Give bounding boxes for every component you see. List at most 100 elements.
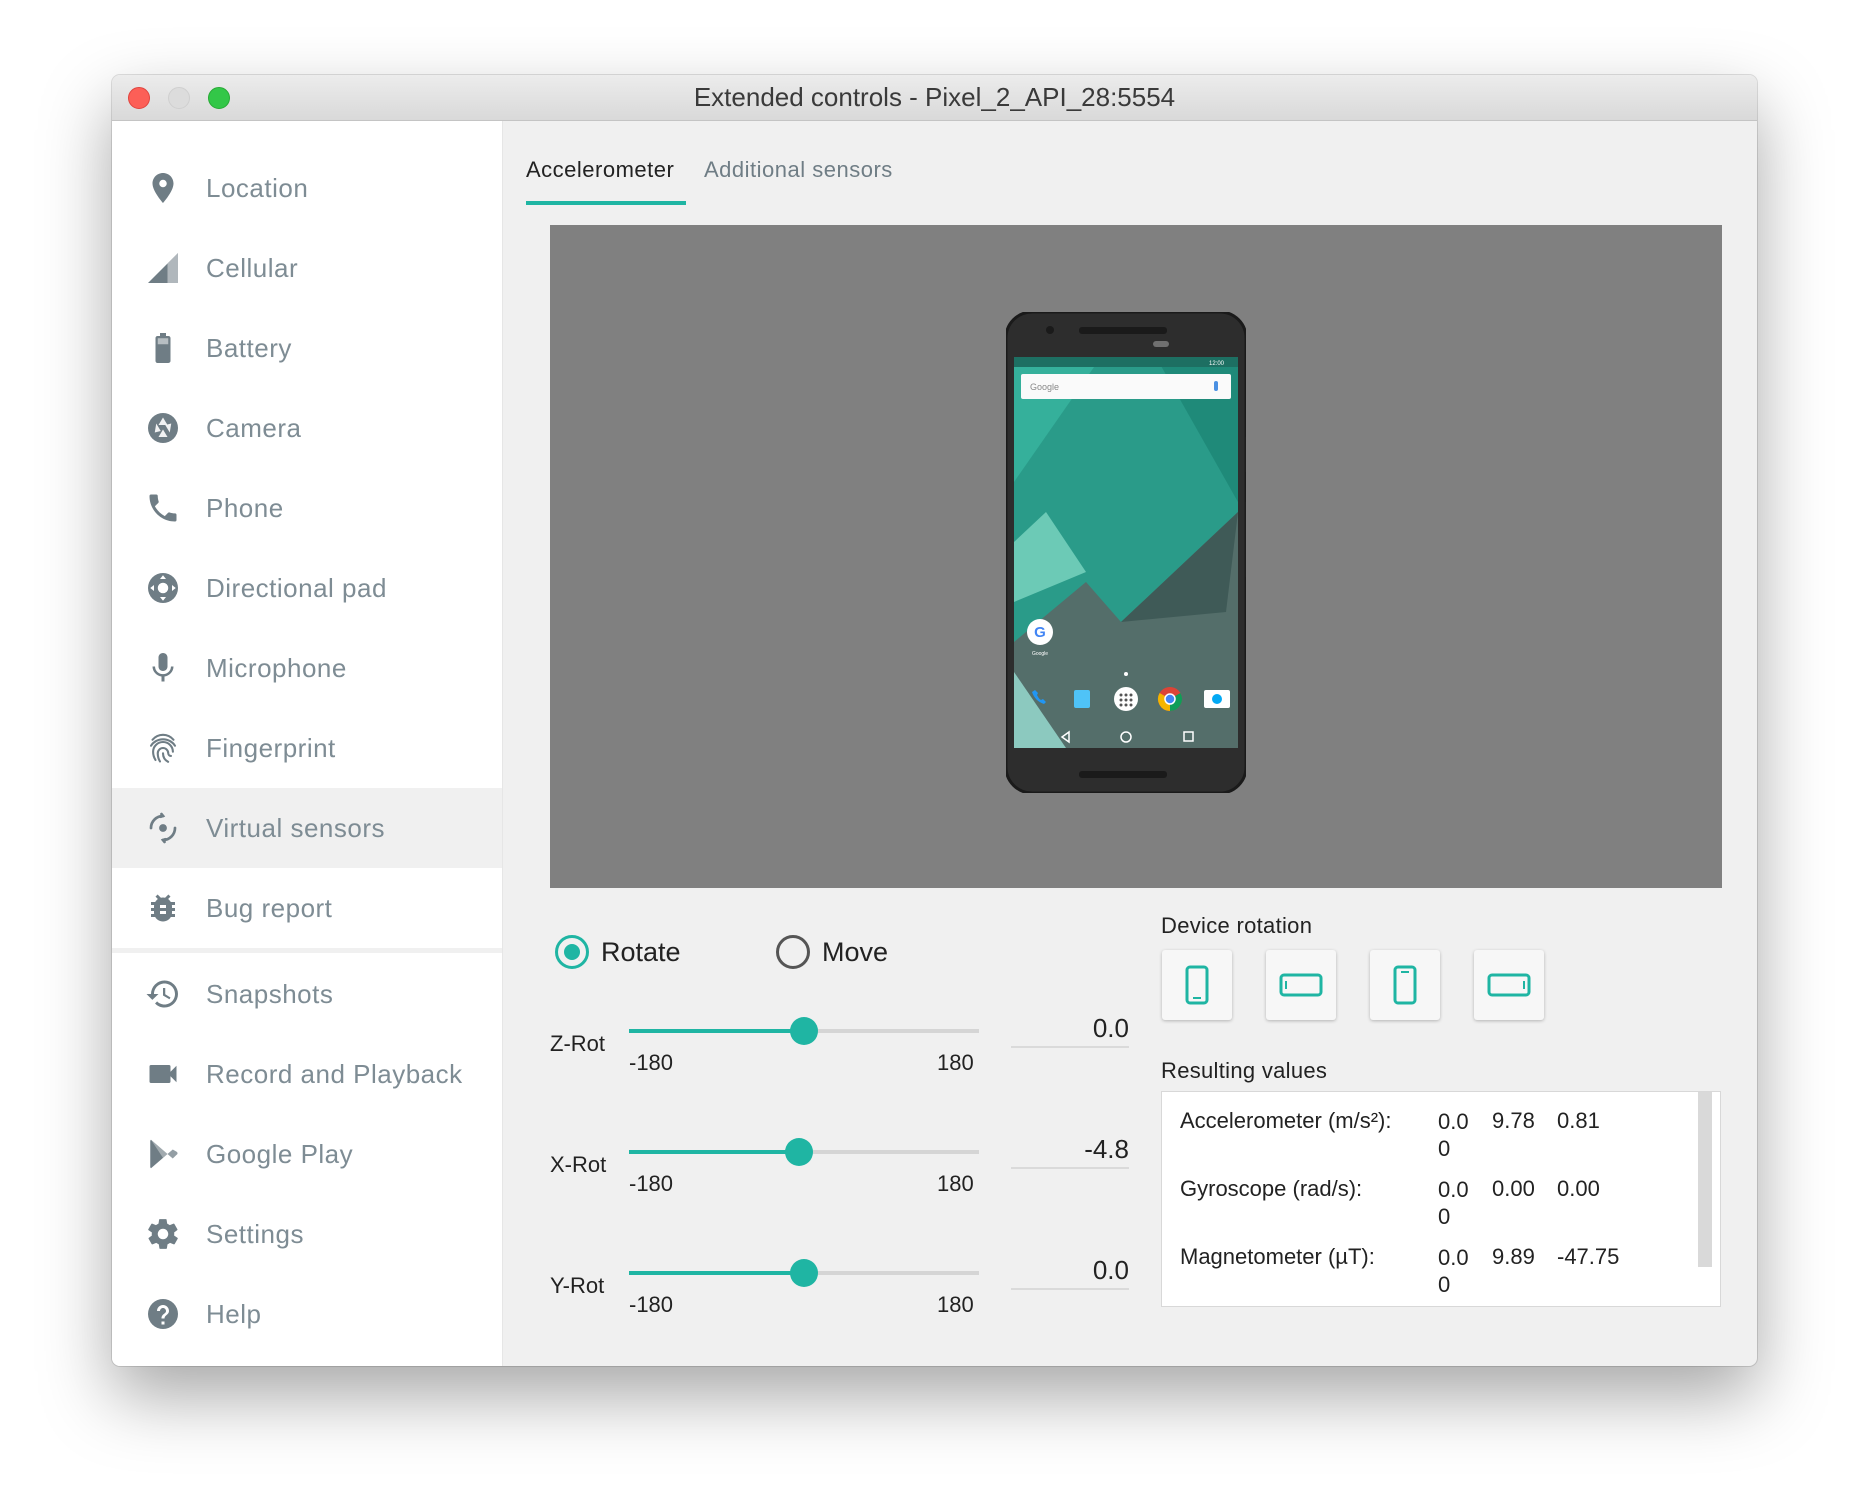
bug-icon <box>144 889 182 927</box>
rotate-landscape-button[interactable] <box>1266 950 1336 1020</box>
gyroscope-y-value: 0.00 <box>1492 1176 1535 1201</box>
z-rot-slider-thumb[interactable] <box>790 1017 818 1045</box>
y-rot-min-label: -180 <box>629 1292 674 1317</box>
active-tab-indicator <box>526 201 686 205</box>
tab-accelerometer[interactable]: Accelerometer <box>526 157 674 183</box>
resulting-values-panel: Accelerometer (m/s²): 0.00 9.78 0.81 Gyr… <box>1161 1091 1721 1307</box>
x-rot-slider-thumb[interactable] <box>785 1138 813 1166</box>
video-camera-icon <box>144 1055 182 1093</box>
status-time: 12:00 <box>1209 361 1225 367</box>
device-rotation-heading: Device rotation <box>1161 913 1313 938</box>
sidebar-item-label: Virtual sensors <box>206 812 385 843</box>
z-rot-value-field[interactable]: 0.0 <box>1011 1008 1129 1048</box>
gear-icon <box>144 1215 182 1253</box>
y-rot-value-field[interactable]: 0.0 <box>1011 1250 1129 1290</box>
z-rot-max-label: 180 <box>937 1050 974 1075</box>
landscape-icon <box>1279 973 1323 997</box>
phone-icon <box>144 489 182 527</box>
sidebar-item-battery[interactable]: Battery <box>112 308 502 388</box>
sidebar-item-label: Cellular <box>206 252 299 283</box>
tab-additional-sensors[interactable]: Additional sensors <box>704 157 893 183</box>
accelerometer-z-value: 0.81 <box>1557 1108 1600 1133</box>
z-rot-label: Z-Rot <box>550 1031 605 1056</box>
history-icon <box>144 975 182 1013</box>
x-rot-slider-fill <box>629 1150 799 1154</box>
svg-text:G: G <box>1034 624 1046 641</box>
sidebar-item-label: Bug report <box>206 892 333 923</box>
move-radio-label: Move <box>822 936 889 967</box>
sidebar-item-label: Directional pad <box>206 572 387 603</box>
gyroscope-z-value: 0.00 <box>1557 1176 1600 1201</box>
y-rot-slider[interactable] <box>629 1259 979 1287</box>
move-radio[interactable]: Move <box>776 935 888 969</box>
rotate-radio-label: Rotate <box>601 936 681 967</box>
sidebar-divider <box>112 948 502 953</box>
results-scrollbar[interactable] <box>1698 1092 1712 1267</box>
sidebar-item-settings[interactable]: Settings <box>112 1194 502 1274</box>
portrait-icon <box>1185 965 1209 1005</box>
camera-aperture-icon <box>144 409 182 447</box>
sidebar: Location Cellular Battery Camera Phone D… <box>112 121 503 1366</box>
sidebar-item-phone[interactable]: Phone <box>112 468 502 548</box>
sidebar-item-microphone[interactable]: Microphone <box>112 628 502 708</box>
sidebar-item-label: Microphone <box>206 652 347 683</box>
magnetometer-z-value: -47.75 <box>1557 1244 1620 1269</box>
magnetometer-row-label: Magnetometer (µT): <box>1180 1244 1375 1269</box>
rotate-radio[interactable]: Rotate <box>555 935 681 969</box>
sidebar-item-directional-pad[interactable]: Directional pad <box>112 548 502 628</box>
y-rot-max-label: 180 <box>937 1292 974 1317</box>
sidebar-item-record-and-playback[interactable]: Record and Playback <box>112 1034 502 1114</box>
reverse-landscape-icon <box>1487 973 1531 997</box>
x-rot-min-label: -180 <box>629 1171 674 1196</box>
magnetometer-y-value: 9.89 <box>1492 1244 1535 1269</box>
sidebar-item-location[interactable]: Location <box>112 148 502 228</box>
device-3d-viewport[interactable]: 12:00 Google G Google <box>550 225 1722 888</box>
sidebar-item-camera[interactable]: Camera <box>112 388 502 468</box>
sidebar-item-label: Location <box>206 172 309 203</box>
reverse-portrait-icon <box>1393 965 1417 1005</box>
x-rot-slider[interactable] <box>629 1138 979 1166</box>
z-rot-slider-fill <box>629 1029 804 1033</box>
y-rot-slider-fill <box>629 1271 804 1275</box>
y-rot-label: Y-Rot <box>550 1273 605 1298</box>
virtual-device-model[interactable]: 12:00 Google G Google <box>1006 312 1246 793</box>
x-rot-value-field[interactable]: -4.8 <box>1011 1129 1129 1169</box>
cellular-signal-icon <box>144 249 182 287</box>
x-rot-label: X-Rot <box>550 1152 607 1177</box>
sidebar-item-label: Settings <box>206 1218 304 1249</box>
window-title: Extended controls - Pixel_2_API_28:5554 <box>693 82 1176 112</box>
dpad-icon <box>144 569 182 607</box>
gyroscope-x-value: 0.00 <box>1438 1177 1469 1229</box>
z-rot-slider[interactable] <box>629 1017 979 1045</box>
x-rot-max-label: 180 <box>937 1171 974 1196</box>
extended-controls-window: Extended controls - Pixel_2_API_28:5554 … <box>112 75 1757 1366</box>
sidebar-item-google-play[interactable]: Google Play <box>112 1114 502 1194</box>
sidebar-item-virtual-sensors[interactable]: Virtual sensors <box>112 788 502 868</box>
rotate-radio-indicator[interactable] <box>555 935 589 969</box>
sidebar-item-snapshots[interactable]: Snapshots <box>112 954 502 1034</box>
sidebar-item-label: Snapshots <box>206 978 334 1009</box>
move-radio-indicator[interactable] <box>776 935 810 969</box>
google-app-label: Google <box>1032 651 1048 657</box>
sidebar-item-label: Phone <box>206 492 284 523</box>
rotate-reverse-portrait-button[interactable] <box>1370 950 1440 1020</box>
y-rot-slider-thumb[interactable] <box>790 1259 818 1287</box>
resulting-values-heading: Resulting values <box>1161 1058 1328 1083</box>
sidebar-item-cellular[interactable]: Cellular <box>112 228 502 308</box>
gyroscope-row-label: Gyroscope (rad/s): <box>1180 1176 1363 1201</box>
sidebar-item-fingerprint[interactable]: Fingerprint <box>112 708 502 788</box>
rotate-reverse-landscape-button[interactable] <box>1474 950 1544 1020</box>
battery-icon <box>144 329 182 367</box>
sidebar-item-label: Fingerprint <box>206 732 336 763</box>
accelerometer-y-value: 9.78 <box>1492 1108 1535 1133</box>
rotate-portrait-button[interactable] <box>1162 950 1232 1020</box>
sidebar-item-help[interactable]: Help <box>112 1274 502 1354</box>
magnetometer-x-value: 0.00 <box>1438 1245 1469 1297</box>
sidebar-item-label: Google Play <box>206 1138 354 1169</box>
google-play-icon <box>144 1135 182 1173</box>
sidebar-item-bug-report[interactable]: Bug report <box>112 868 502 948</box>
sidebar-item-label: Camera <box>206 412 302 443</box>
microphone-icon <box>144 649 182 687</box>
fingerprint-icon <box>144 729 182 767</box>
accelerometer-row-label: Accelerometer (m/s²): <box>1180 1108 1392 1133</box>
